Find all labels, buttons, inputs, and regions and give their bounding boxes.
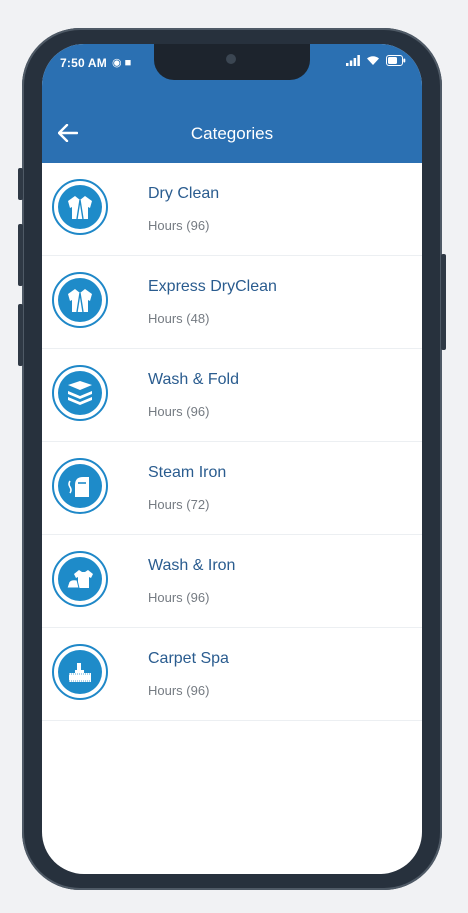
category-name: Dry Clean xyxy=(148,185,220,202)
category-item-steam-iron[interactable]: Steam Iron Hours (72) xyxy=(42,442,422,535)
category-hours: Hours (48) xyxy=(148,311,210,326)
category-list: Dry Clean Hours (96) Express DryClean Ho… xyxy=(42,163,422,721)
carpet-icon xyxy=(69,663,91,682)
category-hours: Hours (96) xyxy=(148,590,210,605)
page-title: Categories xyxy=(190,124,274,143)
battery-icon xyxy=(386,55,406,66)
folded-clothes-icon xyxy=(68,381,92,405)
category-hours: Hours (96) xyxy=(148,404,210,419)
front-camera xyxy=(226,54,236,64)
category-icon-frame xyxy=(52,644,108,700)
category-name: Steam Iron xyxy=(148,464,227,481)
alarm-icon: ◉ xyxy=(112,57,122,69)
signal-icon xyxy=(346,55,360,66)
phone-frame: 7:50 AM ◉ ■ Categories Dry Clean Hours (… xyxy=(18,28,446,890)
category-icon-frame xyxy=(52,551,108,607)
mute-switch xyxy=(18,168,23,200)
category-name: Carpet Spa xyxy=(148,650,229,667)
category-hours: Hours (96) xyxy=(148,218,210,233)
category-item-express-dryclean[interactable]: Express DryClean Hours (48) xyxy=(42,256,422,349)
category-name: Wash & Iron xyxy=(148,557,236,574)
category-icon-frame xyxy=(52,458,108,514)
app-screen: 7:50 AM ◉ ■ Categories Dry Clean Hours (… xyxy=(42,44,422,874)
category-hours: Hours (72) xyxy=(148,497,210,512)
category-name: Wash & Fold xyxy=(148,371,239,388)
category-item-wash-iron[interactable]: Wash & Iron Hours (96) xyxy=(42,535,422,628)
category-hours: Hours (96) xyxy=(148,683,210,698)
jacket-icon xyxy=(68,289,92,313)
category-icon-frame xyxy=(52,272,108,328)
iron-tshirt-icon xyxy=(66,570,93,589)
power-button xyxy=(441,254,446,350)
app-bar: 7:50 AM ◉ ■ Categories xyxy=(42,44,422,163)
category-icon-frame xyxy=(52,365,108,421)
volume-down-button xyxy=(18,304,23,366)
jacket-icon xyxy=(68,196,92,220)
video-icon: ■ xyxy=(124,57,132,69)
category-item-dry-clean[interactable]: Dry Clean Hours (96) xyxy=(42,163,422,256)
volume-up-button xyxy=(18,224,23,286)
status-time: 7:50 AM xyxy=(60,56,107,70)
wifi-icon xyxy=(367,56,379,65)
status-left-icons: ◉ ■ xyxy=(112,56,131,69)
camera-notch xyxy=(154,44,310,80)
category-icon-frame xyxy=(52,179,108,235)
steam-iron-icon xyxy=(68,477,89,497)
category-name: Express DryClean xyxy=(148,278,277,295)
category-item-wash-fold[interactable]: Wash & Fold Hours (96) xyxy=(42,349,422,442)
status-right-icons xyxy=(346,55,406,66)
category-item-carpet-spa[interactable]: Carpet Spa Hours (96) xyxy=(42,628,422,721)
